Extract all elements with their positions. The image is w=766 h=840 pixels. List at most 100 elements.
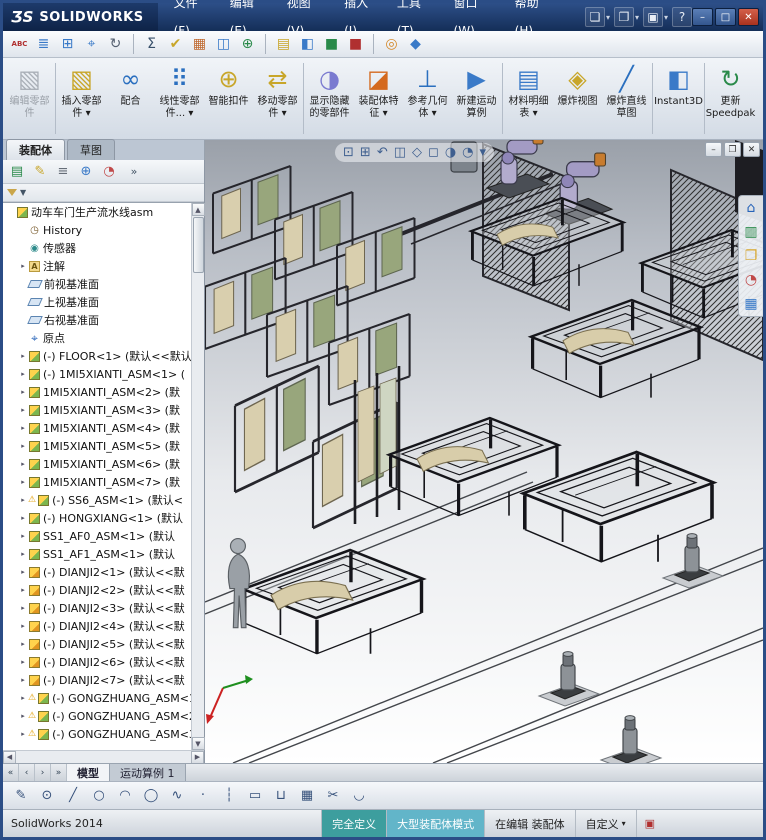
expander-icon[interactable]: ▸ — [18, 730, 28, 738]
propertymanager-tab-icon[interactable]: ✎ — [30, 162, 50, 182]
tree-item[interactable]: ▸ (-) DIANJI2<3> (默认<<默 — [3, 599, 191, 617]
tree-horizontal-scrollbar[interactable]: ◀ ▶ — [3, 750, 204, 764]
scroll-down-icon[interactable]: ▼ — [191, 737, 205, 750]
linear-component-pattern-button[interactable]: ⠿ 线性零部件... ▾ — [155, 60, 204, 137]
dimxpertmanager-tab-icon[interactable]: ⊕ — [76, 162, 96, 182]
reload-icon[interactable]: ↻ — [105, 34, 126, 55]
motion-icon[interactable]: ■ — [345, 34, 366, 55]
tree-item[interactable]: ▸ (-) HONGXIANG<1> (默认 — [3, 509, 191, 527]
assembly-visualization-icon[interactable]: ◧ — [297, 34, 318, 55]
interference-detection-icon[interactable]: ◫ — [213, 34, 234, 55]
doc-close-icon[interactable]: ✕ — [743, 142, 760, 157]
explode-line-sketch-button[interactable]: ╱ 爆炸直线草图 — [602, 60, 651, 137]
expander-icon[interactable]: ▸ — [18, 370, 28, 378]
status-custom[interactable]: 自定义 ▾ — [574, 810, 636, 837]
corner-rectangle-icon[interactable]: ▭ — [245, 786, 265, 806]
view-orientation-icon[interactable]: ◇ — [412, 145, 422, 160]
view-palette-icon[interactable]: ▦ — [744, 296, 757, 312]
door-panels[interactable] — [270, 223, 635, 611]
featuremanager-tab-icon[interactable]: ▤ — [7, 162, 27, 182]
doc-restore-icon[interactable]: ❐ — [724, 142, 741, 157]
expander-icon[interactable]: ▸ — [18, 496, 28, 504]
new-motion-study-button[interactable]: ▶ 新建运动算例 — [452, 60, 501, 137]
bom-icon[interactable]: ▤ — [273, 34, 294, 55]
scroll-up-icon[interactable]: ▲ — [191, 203, 205, 216]
move-component-button[interactable]: ⇄ 移动零部件 ▾ — [253, 60, 302, 137]
section-view-icon[interactable]: ◫ — [394, 145, 406, 160]
linear-pattern-icon[interactable]: ▦ — [297, 786, 317, 806]
expander-icon[interactable]: ▸ — [18, 640, 28, 648]
expander-icon[interactable]: ▸ — [18, 388, 28, 396]
filter-dropdown-icon[interactable]: ▼ — [20, 188, 26, 197]
sketch-icon[interactable]: ✎ — [11, 786, 31, 806]
tree-item[interactable]: ▸ (-) DIANJI2<5> (默认<<默 — [3, 635, 191, 653]
maximize-button[interactable]: □ — [715, 8, 736, 26]
tree-item[interactable]: ▸ SS1_AF1_ASM<1> (默认 — [3, 545, 191, 563]
tree-item[interactable]: ◉ 传感器 — [3, 239, 191, 257]
tab-nav-1[interactable]: ‹ — [19, 764, 35, 781]
assembly-features-button[interactable]: ◪ 装配体特征 ▾ — [354, 60, 403, 137]
centerline-icon[interactable]: ┆ — [219, 786, 239, 806]
file-explorer-icon[interactable]: ❐ — [745, 248, 758, 264]
expander-icon[interactable]: ▸ — [18, 550, 28, 558]
model-tab[interactable]: 模型 — [67, 764, 110, 781]
expander-icon[interactable]: ▸ — [18, 694, 28, 702]
status-tag-icon[interactable]: ▣ — [635, 810, 663, 837]
straight-slot-icon[interactable]: ⊔ — [271, 786, 291, 806]
simulation-icon[interactable]: ■ — [321, 34, 342, 55]
assembly-3d-scene[interactable] — [205, 140, 763, 763]
previous-view-icon[interactable]: ↶ — [377, 145, 388, 160]
new-document-dropdown-icon[interactable]: ▾ — [606, 13, 610, 22]
motion-study-tab[interactable]: 运动算例 1 — [110, 764, 186, 781]
tree-item[interactable]: ▸ (-) FLOOR<1> (默认<<默认 — [3, 347, 191, 365]
solidworks-resources-icon[interactable]: ⌂ — [747, 200, 756, 216]
grid-settings-icon[interactable]: ⊞ — [57, 34, 78, 55]
panel-expand-chevron-icon[interactable]: » — [124, 162, 144, 182]
tree-vertical-scrollbar[interactable]: ▲ ▼ — [191, 203, 205, 750]
tab-nav-3[interactable]: » — [51, 764, 67, 781]
insert-components-button[interactable]: ▧ 插入零部件 ▾ — [57, 60, 106, 137]
displaymanager-tab-icon[interactable]: ◔ — [99, 162, 119, 182]
hole-alignment-icon[interactable]: ⊕ — [237, 34, 258, 55]
file-properties-icon[interactable]: ≣ — [33, 34, 54, 55]
expander-icon[interactable]: ▸ — [18, 352, 28, 360]
appearances-panel-icon[interactable]: ◔ — [745, 272, 757, 288]
motor-pedestals[interactable] — [538, 532, 724, 763]
cm-tab-0[interactable]: 装配体 — [6, 139, 65, 160]
configurationmanager-tab-icon[interactable]: ≡ — [53, 162, 73, 182]
reference-geometry-button[interactable]: ⊥ 参考几何体 ▾ — [403, 60, 452, 137]
expander-icon[interactable]: ▸ — [18, 658, 28, 666]
tree-item[interactable]: ▸ ⚠ (-) GONGZHUANG_ASM<3 — [3, 725, 191, 743]
bill-of-materials-button[interactable]: ▤ 材料明细表 ▾ — [504, 60, 553, 137]
expander-icon[interactable]: ▸ — [18, 712, 28, 720]
tree-item[interactable]: ▸ ⚠ (-) GONGZHUANG_ASM<2 — [3, 707, 191, 725]
smart-dimension-icon[interactable]: ⊙ — [37, 786, 57, 806]
scroll-right-icon[interactable]: ▶ — [191, 750, 204, 764]
scrollbar-thumb[interactable] — [193, 217, 204, 273]
show-hidden-components-button[interactable]: ◑ 显示隐藏的零部件 — [305, 60, 354, 137]
doc-minimize-icon[interactable]: – — [705, 142, 722, 157]
storage-racks[interactable] — [205, 165, 416, 530]
minimize-button[interactable]: – — [692, 8, 713, 26]
tree-item[interactable]: ▸ (-) DIANJI2<2> (默认<<默 — [3, 581, 191, 599]
tree-item[interactable]: ▸ SS1_AF0_ASM<1> (默认 — [3, 527, 191, 545]
tall-rack[interactable] — [353, 366, 401, 524]
instant3d-button[interactable]: ◧ Instant3D — [654, 60, 703, 137]
expander-icon[interactable]: ▸ — [18, 532, 28, 540]
mate-button[interactable]: ∞ 配合 — [106, 60, 155, 137]
help-icon[interactable]: ? — [672, 7, 692, 27]
expander-icon[interactable]: ▸ — [18, 424, 28, 432]
graphics-viewport[interactable]: ⊡ ⊞ ↶ ◫ ◇ ◻ ◑ ◔ ▾ – ❐ ✕ ⌂ ▥ ❐ ◔ ▦ — [205, 140, 763, 763]
expander-icon[interactable]: ▸ — [18, 262, 28, 270]
check-document-icon[interactable]: ✔ — [165, 34, 186, 55]
tree-item[interactable]: ▸ 1MI5XIANTI_ASM<5> (默 — [3, 437, 191, 455]
tree-item[interactable]: ▸ 1MI5XIANTI_ASM<4> (默 — [3, 419, 191, 437]
tree-item[interactable]: ▸ (-) 1MI5XIANTI_ASM<1> ( — [3, 365, 191, 383]
ellipse-icon[interactable]: ◯ — [141, 786, 161, 806]
save-icon[interactable]: ▣ — [642, 7, 663, 27]
expander-icon[interactable]: ▸ — [18, 586, 28, 594]
expander-icon[interactable]: ▸ — [18, 568, 28, 576]
tree-item[interactable]: ▸ 1MI5XIANTI_ASM<3> (默 — [3, 401, 191, 419]
section-properties-icon[interactable]: ▦ — [189, 34, 210, 55]
expander-icon[interactable]: ▸ — [18, 604, 28, 612]
